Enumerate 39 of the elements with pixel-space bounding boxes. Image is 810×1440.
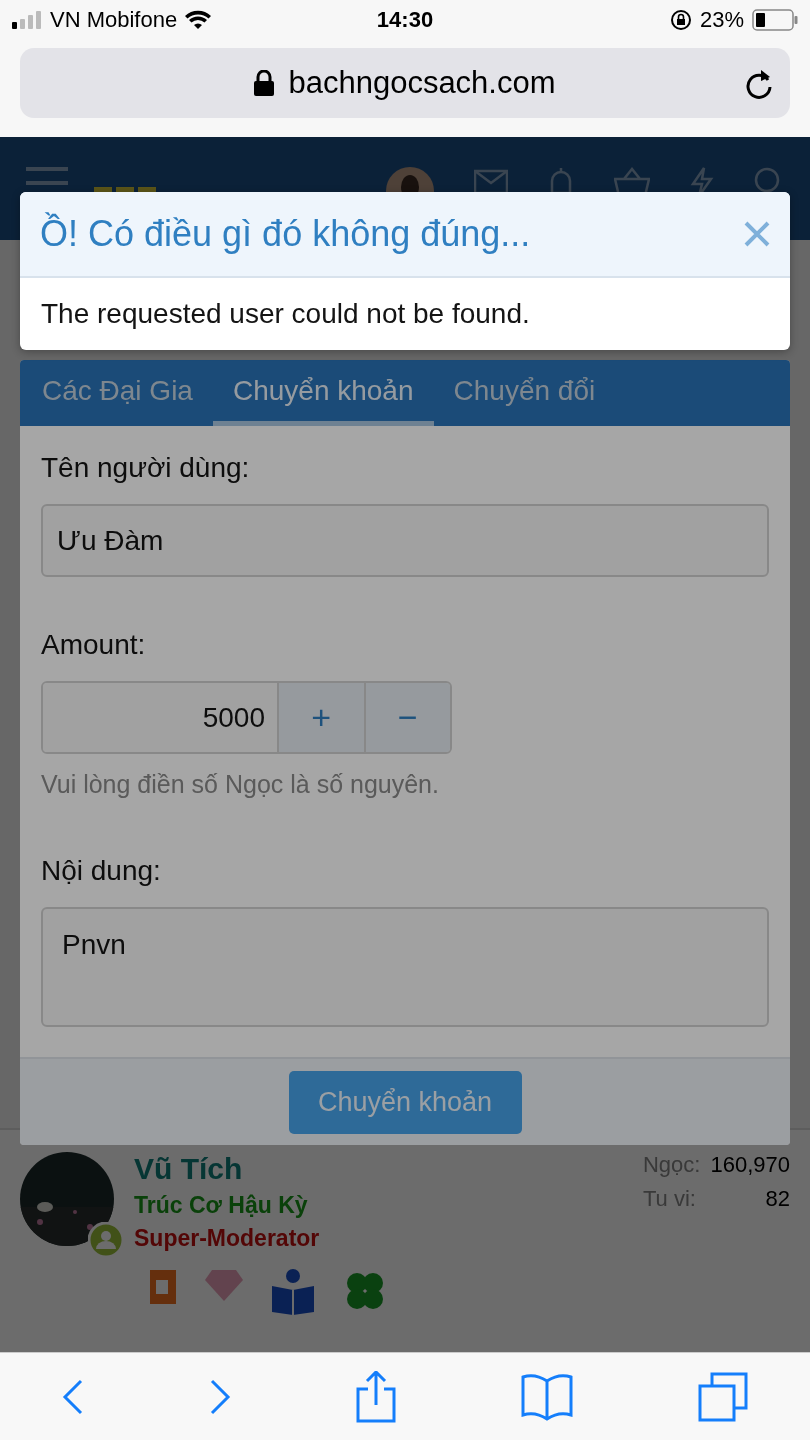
carrier-name: VN Mobifone	[50, 7, 178, 33]
username-field[interactable]: Ưu Đàm	[41, 504, 769, 577]
battery-percent: 23%	[699, 7, 744, 33]
tab[interactable]: Chuyển đổi	[433, 360, 616, 426]
forward-icon[interactable]	[209, 1378, 232, 1415]
reload-icon[interactable]	[744, 68, 774, 100]
signal-icon	[12, 11, 42, 29]
online-badge-icon	[88, 1222, 124, 1258]
field-label: Tên người dùng:	[41, 452, 251, 484]
diamond-badge-icon	[204, 1268, 244, 1302]
url-text: bachngocsach.com	[288, 65, 556, 101]
rotation-lock-icon	[669, 9, 692, 31]
field-label: Nội dung:	[41, 855, 162, 887]
member-name[interactable]: Vũ Tích	[134, 1152, 623, 1186]
decrement-button[interactable]: −	[363, 683, 450, 752]
bookmarks-icon[interactable]	[520, 1372, 573, 1421]
tab[interactable]: Các Đại Gia	[22, 360, 213, 426]
tabs-icon[interactable]	[697, 1371, 748, 1422]
member-rank: Trúc Cơ Hậu Kỳ	[134, 1192, 309, 1219]
message-field[interactable]: Pnvn	[41, 907, 769, 1027]
tab[interactable]: Chuyển khoản	[212, 360, 434, 426]
back-icon[interactable]	[62, 1378, 85, 1415]
hint-text: Vui lòng điền số Ngọc là số nguyên.	[41, 770, 440, 799]
dialog-title: Ồ! Có điều gì đó không đúng...	[40, 213, 531, 255]
member-role: Super-Moderator	[134, 1225, 321, 1252]
wifi-icon	[185, 10, 212, 30]
clock-time: 14:30	[376, 7, 434, 33]
share-icon[interactable]	[356, 1370, 396, 1423]
amount-field[interactable]: 5000 + −	[41, 681, 452, 754]
address-bar[interactable]: bachngocsach.com	[20, 48, 790, 118]
reader-badge-icon	[270, 1268, 316, 1316]
lock-icon	[254, 70, 275, 96]
stat-value: 160,970	[710, 1152, 790, 1178]
transfer-button[interactable]: Chuyển khoản	[288, 1070, 522, 1134]
increment-button[interactable]: +	[277, 683, 364, 752]
error-message: The requested user could not be found.	[40, 297, 531, 331]
field-label: Amount:	[41, 629, 147, 661]
stat-value: 82	[764, 1186, 790, 1212]
battery-icon	[752, 9, 798, 31]
